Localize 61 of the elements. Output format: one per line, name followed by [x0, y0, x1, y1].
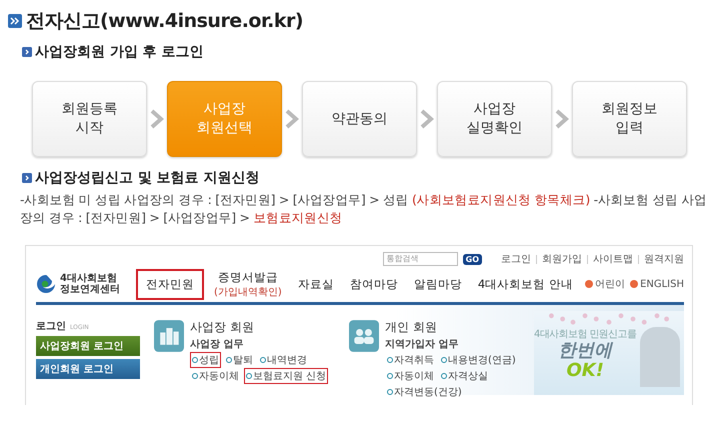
chevron-right-icon [150, 109, 164, 129]
photo-placeholder [640, 327, 680, 387]
step-box: 회원등록 시작 [32, 81, 147, 157]
nav-item[interactable]: 참여마당 [344, 272, 404, 296]
nav-item[interactable]: 4대사회보험 안내 [472, 272, 579, 296]
nav-label: 4대사회보험 안내 [478, 276, 573, 292]
step-box: 사업장 회원선택 [167, 81, 282, 157]
language-link[interactable]: 어린이 [585, 277, 626, 291]
top-link[interactable]: 원격지원 [644, 252, 684, 266]
banner-accent: OK! [566, 361, 604, 381]
chevron-right-icon [555, 109, 569, 129]
login-button[interactable]: 개인회원 로그인 [36, 359, 140, 379]
section-heading: 사업장회원 가입 후 로그인 [35, 43, 204, 61]
logo-text: 4대사회보험 정보연계센터 [60, 273, 120, 295]
instruction-text: -사회보험 미 성립 사업장의 경우 : [전자민원] > [사업장업무] > 성립 (사회보험료지원신청 항목체크) -사회보험 성립 사업장의 경우 : [전자민원] > [사업장업무] > 보험료지원신청 [19, 191, 708, 227]
nav-sublabel: (가입내역확인) [214, 286, 282, 298]
language-link[interactable]: ENGLISH [630, 277, 684, 291]
chevron-right-icon [285, 109, 299, 129]
people-icon [349, 319, 379, 353]
nav-item[interactable]: 증명서발급 (가입내역확인) [208, 264, 288, 304]
step-box: 사업장 실명확인 [437, 81, 552, 157]
service-link[interactable]: 보험료지원 신청 [244, 368, 328, 384]
section-heading: 사업장성립신고 및 보험료 지원신청 [35, 169, 260, 187]
swirl-logo-icon [36, 274, 56, 294]
login-button[interactable]: 사업장회원 로그인 [36, 336, 140, 356]
nav-label: 참여마당 [350, 276, 398, 292]
top-link[interactable]: 회원가입 [542, 252, 582, 266]
buildings-icon [154, 319, 184, 353]
service-link[interactable]: 자격취득 [385, 352, 436, 368]
step-box: 회원정보 입력 [572, 81, 687, 157]
nav-label: 전자민원 [146, 276, 194, 292]
service-link[interactable]: 내용변경(연금) [439, 352, 518, 368]
service-link[interactable]: 자격변동(건강) [385, 384, 464, 400]
card-title: 개인 회원 [385, 319, 437, 336]
service-link[interactable]: 탈퇴 [224, 352, 255, 368]
chevron-right-icon [420, 109, 434, 129]
service-link[interactable]: 자동이체 [190, 368, 241, 384]
banner-headline: 한번에 [558, 341, 612, 361]
card-title: 사업장 회원 [190, 319, 254, 336]
login-label: 로그인 [36, 320, 66, 333]
service-link[interactable]: 자동이체 [385, 368, 436, 384]
bullet-icon [22, 47, 32, 57]
nav-label: 증명서발급 [218, 270, 278, 284]
service-link[interactable]: 성립 [190, 352, 221, 368]
card-subtitle: 지역가입자 업무 [385, 338, 458, 351]
nav-item[interactable]: 자료실 [292, 272, 340, 296]
service-link[interactable]: 자격상실 [439, 368, 490, 384]
bullet-icon [22, 173, 32, 183]
service-link[interactable]: 내역변경 [258, 352, 309, 368]
banner-caption: 4대사회보험 민원신고를 [534, 328, 636, 341]
page-title: 전자신고(www.4insure.or.kr) [26, 9, 304, 34]
top-link[interactable]: 사이트맵 [593, 252, 633, 266]
nav-item[interactable]: 전자민원 [136, 268, 204, 300]
nav-item[interactable]: 알림마당 [408, 272, 468, 296]
top-link[interactable]: 로그인 [501, 252, 531, 266]
nav-label: 알림마당 [414, 276, 462, 292]
double-chevron-icon [8, 14, 22, 28]
step-box: 약관동의 [302, 81, 417, 157]
nav-label: 자료실 [298, 276, 334, 292]
card-subtitle: 사업장 업무 [190, 338, 244, 351]
go-button[interactable]: GO [462, 254, 482, 264]
